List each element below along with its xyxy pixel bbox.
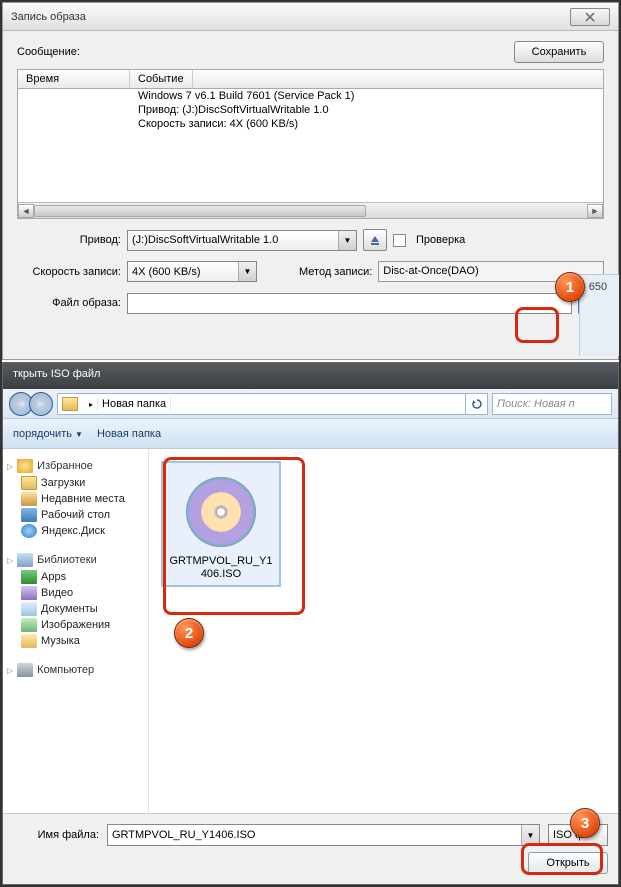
h-scrollbar[interactable]: ◄ ► [18, 202, 603, 218]
refresh-button[interactable] [465, 393, 487, 415]
chevron-down-icon: ▼ [238, 262, 256, 281]
scroll-right-icon[interactable]: ► [587, 204, 603, 218]
sidebar-favorites[interactable]: ▷Избранное [7, 457, 144, 475]
desktop-icon [21, 508, 37, 522]
event-list-header: Время Событие [17, 69, 604, 89]
sidebar-documents[interactable]: Документы [7, 601, 144, 617]
speed-combo[interactable]: 4X (600 KB/s) ▼ [127, 261, 257, 282]
drive-label: Привод: [17, 234, 121, 246]
organize-menu[interactable]: порядочить ▼ [13, 428, 83, 440]
sidebar-music[interactable]: Музыка [7, 633, 144, 649]
image-file-label: Файл образа: [17, 297, 121, 309]
apps-icon [21, 570, 37, 584]
drive-value: (J:)DiscSoftVirtualWritable 1.0 [132, 234, 278, 246]
sidebar-computer[interactable]: ▷Компьютер [7, 661, 144, 679]
burn-image-dialog: Запись образа Сообщение: Сохранить Время… [2, 2, 619, 360]
chevron-down-icon: ▼ [338, 231, 356, 250]
filename-input[interactable]: GRTMPVOL_RU_Y1406.ISO ▼ [107, 824, 540, 846]
verify-label: Проверка [416, 234, 465, 246]
music-icon [21, 634, 37, 648]
sidebar-video[interactable]: Видео [7, 585, 144, 601]
image-file-input[interactable] [127, 293, 572, 314]
sidebar-recent[interactable]: Недавние места [7, 491, 144, 507]
filename-value: GRTMPVOL_RU_Y1406.ISO [112, 829, 255, 841]
save-button[interactable]: Сохранить [514, 41, 604, 63]
scroll-left-icon[interactable]: ◄ [18, 204, 34, 218]
background-snippet: - 650 [579, 274, 619, 356]
sidebar-desktop[interactable]: Рабочий стол [7, 507, 144, 523]
nav-fwd-button[interactable]: ► [29, 392, 53, 416]
image-icon [21, 618, 37, 632]
sidebar: ▷Избранное Загрузки Недавние места Рабоч… [3, 449, 149, 819]
eject-button[interactable] [363, 229, 387, 251]
callout-1: 1 [555, 272, 585, 302]
recent-icon [21, 492, 37, 506]
event-row: Привод: (J:)DiscSoftVirtualWritable 1.0 [130, 103, 603, 117]
file-item-selected[interactable]: GRTMPVOL_RU_Y1406.ISO [161, 461, 281, 587]
refresh-icon [471, 398, 483, 410]
close-icon [585, 12, 595, 22]
document-icon [21, 602, 37, 616]
filename-label: Имя файла: [13, 829, 99, 841]
chevron-down-icon: ▼ [521, 825, 539, 845]
path-segment[interactable]: Новая папка [98, 398, 171, 410]
callout-3: 3 [570, 808, 600, 838]
bottom-bar: Имя файла: GRTMPVOL_RU_Y1406.ISO ▼ ISO ф… [3, 813, 618, 884]
col-time[interactable]: Время [18, 70, 130, 88]
sidebar-libraries[interactable]: ▷Библиотеки [7, 551, 144, 569]
search-input[interactable]: Поиск: Новая п [492, 393, 612, 415]
drive-combo[interactable]: (J:)DiscSoftVirtualWritable 1.0 ▼ [127, 230, 357, 251]
new-folder-button[interactable]: Новая папка [97, 428, 161, 440]
speed-value: 4X (600 KB/s) [132, 266, 200, 278]
sidebar-apps[interactable]: Apps [7, 569, 144, 585]
computer-icon [17, 663, 33, 677]
star-icon [17, 459, 33, 473]
file-toolbar: порядочить ▼ Новая папка [3, 419, 618, 449]
callout-2: 2 [174, 618, 204, 648]
event-row: Windows 7 v6.1 Build 7601 (Service Pack … [130, 89, 603, 103]
yandex-disk-icon [21, 524, 37, 538]
method-label: Метод записи: [299, 266, 372, 278]
folder-icon [62, 397, 78, 411]
speed-label: Скорость записи: [17, 266, 121, 278]
event-list: Windows 7 v6.1 Build 7601 (Service Pack … [17, 89, 604, 219]
col-event[interactable]: Событие [130, 70, 193, 88]
address-bar[interactable]: ▸ Новая папка [57, 393, 488, 415]
close-button[interactable] [570, 8, 610, 26]
disc-icon [186, 477, 256, 547]
library-icon [17, 553, 33, 567]
eject-icon [369, 234, 381, 246]
scroll-thumb[interactable] [34, 205, 366, 217]
window-title: Запись образа [11, 11, 570, 23]
open-dialog-title: ткрыть ISO файл [3, 363, 618, 389]
nav-bar: ◄ ► ▸ Новая папка Поиск: Новая п [3, 389, 618, 419]
sidebar-images[interactable]: Изображения [7, 617, 144, 633]
event-row: Скорость записи: 4X (600 KB/s) [130, 117, 603, 131]
message-label: Сообщение: [17, 46, 80, 58]
sidebar-downloads[interactable]: Загрузки [7, 475, 144, 491]
file-name: GRTMPVOL_RU_Y1406.ISO [167, 555, 275, 581]
sidebar-yandex-disk[interactable]: Яндекс.Диск [7, 523, 144, 539]
video-icon [21, 586, 37, 600]
open-file-dialog: ткрыть ISO файл ◄ ► ▸ Новая папка Поиск:… [2, 362, 619, 885]
titlebar[interactable]: Запись образа [3, 3, 618, 31]
open-button[interactable]: Открыть [528, 852, 608, 874]
verify-checkbox[interactable] [393, 234, 406, 247]
file-area[interactable]: GRTMPVOL_RU_Y1406.ISO [149, 449, 618, 819]
folder-icon [21, 476, 37, 490]
